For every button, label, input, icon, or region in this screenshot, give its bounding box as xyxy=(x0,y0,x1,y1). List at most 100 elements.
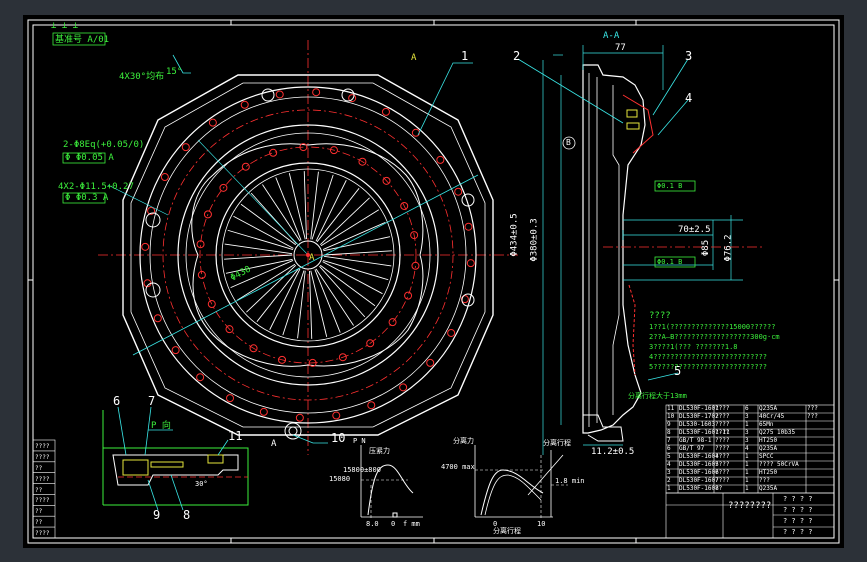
diaphragm-finger xyxy=(227,215,294,250)
table-cell: 9 xyxy=(667,421,671,428)
chart2-x2: 10 xyxy=(537,520,546,528)
diaphragm-finger xyxy=(322,221,391,252)
dim-d76: Φ76.2 xyxy=(723,234,734,262)
strip-label: ?? xyxy=(35,464,43,472)
bolt-hole xyxy=(141,242,150,251)
tech-note-3: 3????1(??? ???????1.8 xyxy=(649,343,738,351)
bolt-hole xyxy=(464,222,473,231)
dim-spline-box: Φ0.1 B xyxy=(657,258,683,266)
bolt-hole xyxy=(312,88,321,97)
chart2-ylabel: 分离力 xyxy=(453,437,474,445)
table-cell: HT250 xyxy=(759,469,778,476)
hole-callout: 4X30°均布 xyxy=(119,72,165,82)
bolt-hole xyxy=(426,358,435,367)
balloon-11: 11 xyxy=(228,429,243,443)
table-cell: 6 xyxy=(745,405,749,412)
table-cell: ???? 50CrVA xyxy=(759,461,799,468)
balloon-6: 6 xyxy=(113,394,121,408)
top-marks: ⊥ ⊥ ⊥ xyxy=(51,21,79,31)
chart2-side: 分离行程 xyxy=(493,527,521,535)
table-cell: 1 xyxy=(745,469,749,476)
table-cell: 1 xyxy=(745,453,749,460)
rivet-hole xyxy=(197,270,206,279)
table-cell: 10 xyxy=(667,413,675,420)
detail-angle: 30° xyxy=(195,480,208,488)
bolt-hole xyxy=(466,259,475,268)
chart3-label: 1.8 min xyxy=(555,477,585,485)
rivet-hole xyxy=(241,162,250,171)
bolt-hole xyxy=(399,383,408,392)
rivet-hole xyxy=(404,291,413,300)
front-view xyxy=(98,40,518,455)
table-cell: ???? xyxy=(715,445,730,452)
table-cell: ??? xyxy=(807,413,818,420)
chart1-unit: f mm xyxy=(403,520,420,528)
bolt-hole xyxy=(160,173,169,182)
tech-note-1: 1??1(??????????????15000?????? xyxy=(649,323,776,331)
table-cell: ???? xyxy=(715,437,730,444)
table-cell: Q235A xyxy=(759,405,778,412)
table-cell: Q235A xyxy=(759,445,778,452)
dim-434: Φ434±0.5 xyxy=(509,213,520,257)
diaphragm-finger xyxy=(319,197,380,247)
table-cell: ???? xyxy=(715,461,730,468)
table-cell: SPCC xyxy=(759,453,774,460)
table-cell: ???? xyxy=(715,413,730,420)
table-cell: 5 xyxy=(667,453,671,460)
bolt-hole xyxy=(411,128,420,137)
dim-112: 11.2±0.5 xyxy=(591,447,635,457)
dim-ref-box: Φ0.1 B xyxy=(657,182,683,190)
diaphragm-finger xyxy=(262,177,302,242)
table-cell: DL530-1603 xyxy=(679,421,716,428)
table-cell: 4 xyxy=(667,461,671,468)
chart1-x: 8.0 xyxy=(366,520,379,528)
spring-chart-2 xyxy=(474,445,553,520)
table-cell: 4 xyxy=(745,445,749,452)
table-cell: 2 xyxy=(667,477,671,484)
table-cell: ???? xyxy=(715,421,730,428)
balloon-3: 3 xyxy=(685,49,693,63)
strip-label: ???? xyxy=(35,453,50,461)
strip-label: ?? xyxy=(35,486,43,494)
table-cell: Q235A xyxy=(759,485,778,492)
title-block-text: ???????? xyxy=(728,501,772,511)
tb-cell-3: ? ? ? ? xyxy=(783,517,813,525)
bolt-hole xyxy=(275,90,284,99)
table-cell: GB/T 98-1 xyxy=(679,437,712,444)
chart2-label: 4700 max xyxy=(441,463,475,471)
tol-a: 2-Φ8Eq(+0.05/0) xyxy=(63,140,145,150)
table-cell: 3 xyxy=(745,413,749,420)
diaphragm-finger xyxy=(256,267,301,330)
left-strip-labels: ???????????????????????????? xyxy=(33,440,55,538)
table-cell: 3 xyxy=(745,429,749,436)
table-cell: 1 xyxy=(745,461,749,468)
bolt-hole xyxy=(454,187,463,196)
strip-label: ???? xyxy=(35,530,50,538)
table-cell: 1 xyxy=(745,477,749,484)
chart1-side: 压紧力 xyxy=(369,447,390,455)
table-cell: 3 xyxy=(667,469,671,476)
section-mark-bottom: A xyxy=(271,439,277,449)
table-cell: 65Mn xyxy=(759,421,774,428)
rivet-hole xyxy=(388,318,397,327)
balloon-7: 7 xyxy=(148,394,156,408)
table-cell: ??? xyxy=(759,477,770,484)
section-title: A-A xyxy=(603,31,620,41)
table-cell: DL530F-1607 xyxy=(679,477,719,484)
table-cell: DL530F-1604 xyxy=(679,453,719,460)
bolt-hole xyxy=(226,394,235,403)
diaphragm-finger xyxy=(314,268,354,333)
bolt-hole xyxy=(153,314,162,323)
tech-notes-title: ???? xyxy=(649,311,671,321)
tb-cell-1: ? ? ? ? xyxy=(783,495,813,503)
balloon-10: 10 xyxy=(331,431,346,445)
dim-380: Φ380±0.3 xyxy=(529,218,540,262)
table-cell: 8 xyxy=(667,429,671,436)
table-cell: Q275 10b35 xyxy=(759,429,796,436)
balloon-9: 9 xyxy=(153,508,161,522)
callout-boxes xyxy=(52,32,106,204)
table-cell: ?? xyxy=(715,485,723,492)
table-cell: ???? xyxy=(715,453,730,460)
strip-label: ???? xyxy=(35,497,50,505)
bolt-hole xyxy=(332,411,341,420)
